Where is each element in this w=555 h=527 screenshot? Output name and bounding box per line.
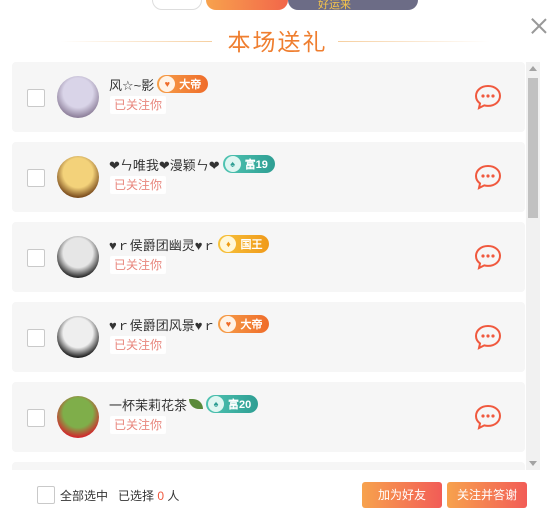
row-checkbox[interactable] bbox=[27, 329, 45, 347]
name-line: ♥ｒ侯爵团风景♥ｒ ♥ 大帝 bbox=[109, 314, 270, 334]
dialog-header: 本场送礼 bbox=[0, 26, 555, 58]
list-item: ❤ㄣ唯我❤漫颖ㄣ❤ ♠ 富19 已关注你 bbox=[12, 142, 525, 212]
avatar[interactable] bbox=[57, 236, 99, 278]
follow-and-thank-button[interactable]: 关注并答谢 bbox=[447, 482, 527, 508]
user-name[interactable]: ♥ｒ侯爵团风景♥ｒ bbox=[109, 315, 215, 334]
selected-count: 0 bbox=[157, 489, 165, 503]
add-friend-button[interactable]: 加为好友 bbox=[362, 482, 442, 508]
list-item: ♥ｒ侯爵团幽灵♥ｒ ♦ 国王 已关注你 bbox=[12, 222, 525, 292]
badge-icon: ♥ bbox=[159, 76, 176, 92]
chat-icon[interactable] bbox=[474, 324, 502, 350]
avatar[interactable] bbox=[57, 76, 99, 118]
row-checkbox[interactable] bbox=[27, 249, 45, 267]
list-scrollbar[interactable] bbox=[526, 62, 540, 470]
badge-label: 大帝 bbox=[240, 319, 263, 331]
avatar[interactable] bbox=[57, 156, 99, 198]
level-badge: ♠ 富20 bbox=[206, 395, 259, 413]
giver-list: 风☆~影 ♥ 大帝 已关注你 ❤ㄣ唯我❤漫颖ㄣ❤ ♠ 富19 已关注你 ♥ｒ侯爵团幽灵♥ｒ ♦ 国王… bbox=[12, 62, 542, 470]
followed-you-tag: 已关注你 bbox=[110, 256, 167, 274]
select-all-checkbox[interactable] bbox=[37, 486, 55, 504]
row-checkbox[interactable] bbox=[27, 89, 45, 107]
selected-suffix: 人 bbox=[167, 489, 180, 503]
followed-you-tag: 已关注你 bbox=[110, 176, 167, 194]
badge-icon: ♠ bbox=[208, 396, 225, 412]
title-divider-left bbox=[60, 41, 212, 42]
user-name[interactable]: 风☆~影 bbox=[109, 75, 154, 94]
selected-prefix: 已选择 bbox=[118, 489, 155, 503]
list-item: 一杯茉莉花茶 ♠ 富20 已关注你 bbox=[12, 382, 525, 452]
followed-you-tag: 已关注你 bbox=[110, 416, 167, 434]
followed-you-tag: 已关注你 bbox=[110, 96, 167, 114]
list-item: ♥ｒ侯爵团风景♥ｒ ♥ 大帝 已关注你 bbox=[12, 302, 525, 372]
avatar[interactable] bbox=[57, 396, 99, 438]
badge-icon: ♠ bbox=[224, 156, 241, 172]
chat-icon[interactable] bbox=[474, 404, 502, 430]
close-icon[interactable] bbox=[531, 18, 547, 34]
scroll-thumb[interactable] bbox=[528, 78, 538, 218]
user-name[interactable]: ♥ｒ侯爵团幽灵♥ｒ bbox=[109, 235, 215, 254]
user-name[interactable]: ❤ㄣ唯我❤漫颖ㄣ❤ bbox=[109, 155, 220, 174]
scroll-down-icon[interactable] bbox=[529, 461, 537, 466]
level-badge: ♠ 富19 bbox=[222, 155, 275, 173]
chat-icon[interactable] bbox=[474, 84, 502, 110]
list-item: 风☆~影 ♥ 大帝 已关注你 bbox=[12, 62, 525, 132]
badge-label: 富19 bbox=[244, 159, 268, 171]
badge-icon: ♦ bbox=[220, 236, 237, 252]
title-divider-right bbox=[338, 41, 490, 42]
gift-givers-dialog: 本场送礼 风☆~影 ♥ 大帝 已关注你 ❤ㄣ唯我❤漫颖ㄣ❤ ♠ 富19 已关注你 ♥ｒ侯爵团幽灵… bbox=[0, 0, 555, 527]
row-checkbox[interactable] bbox=[27, 409, 45, 427]
level-badge: ♥ 大帝 bbox=[218, 315, 270, 333]
scroll-up-icon[interactable] bbox=[529, 66, 537, 71]
leaf-icon bbox=[189, 399, 204, 409]
badge-label: 大帝 bbox=[179, 79, 202, 91]
dialog-title: 本场送礼 bbox=[227, 29, 328, 55]
name-line: ❤ㄣ唯我❤漫颖ㄣ❤ ♠ 富19 bbox=[109, 154, 275, 174]
name-line: 一杯茉莉花茶 ♠ 富20 bbox=[109, 394, 259, 414]
avatar[interactable] bbox=[57, 316, 99, 358]
select-all-label: 全部选中 bbox=[60, 489, 109, 503]
badge-label: 国王 bbox=[240, 239, 263, 251]
dialog-footer: 全部选中 已选择 0 人 加为好友 关注并答谢 bbox=[0, 470, 555, 527]
row-checkbox[interactable] bbox=[27, 169, 45, 187]
followed-you-tag: 已关注你 bbox=[110, 336, 167, 354]
selected-count-text: 已选择 0 人 bbox=[118, 487, 179, 504]
level-badge: ♦ 国王 bbox=[218, 235, 270, 253]
badge-icon: ♥ bbox=[220, 316, 237, 332]
chat-icon[interactable] bbox=[474, 244, 502, 270]
name-line: ♥ｒ侯爵团幽灵♥ｒ ♦ 国王 bbox=[109, 234, 270, 254]
badge-label: 富20 bbox=[228, 399, 252, 411]
chat-icon[interactable] bbox=[474, 164, 502, 190]
list-item-partial bbox=[12, 462, 525, 470]
name-line: 风☆~影 ♥ 大帝 bbox=[109, 74, 209, 94]
level-badge: ♥ 大帝 bbox=[157, 75, 209, 93]
user-name[interactable]: 一杯茉莉花茶 bbox=[109, 395, 187, 414]
